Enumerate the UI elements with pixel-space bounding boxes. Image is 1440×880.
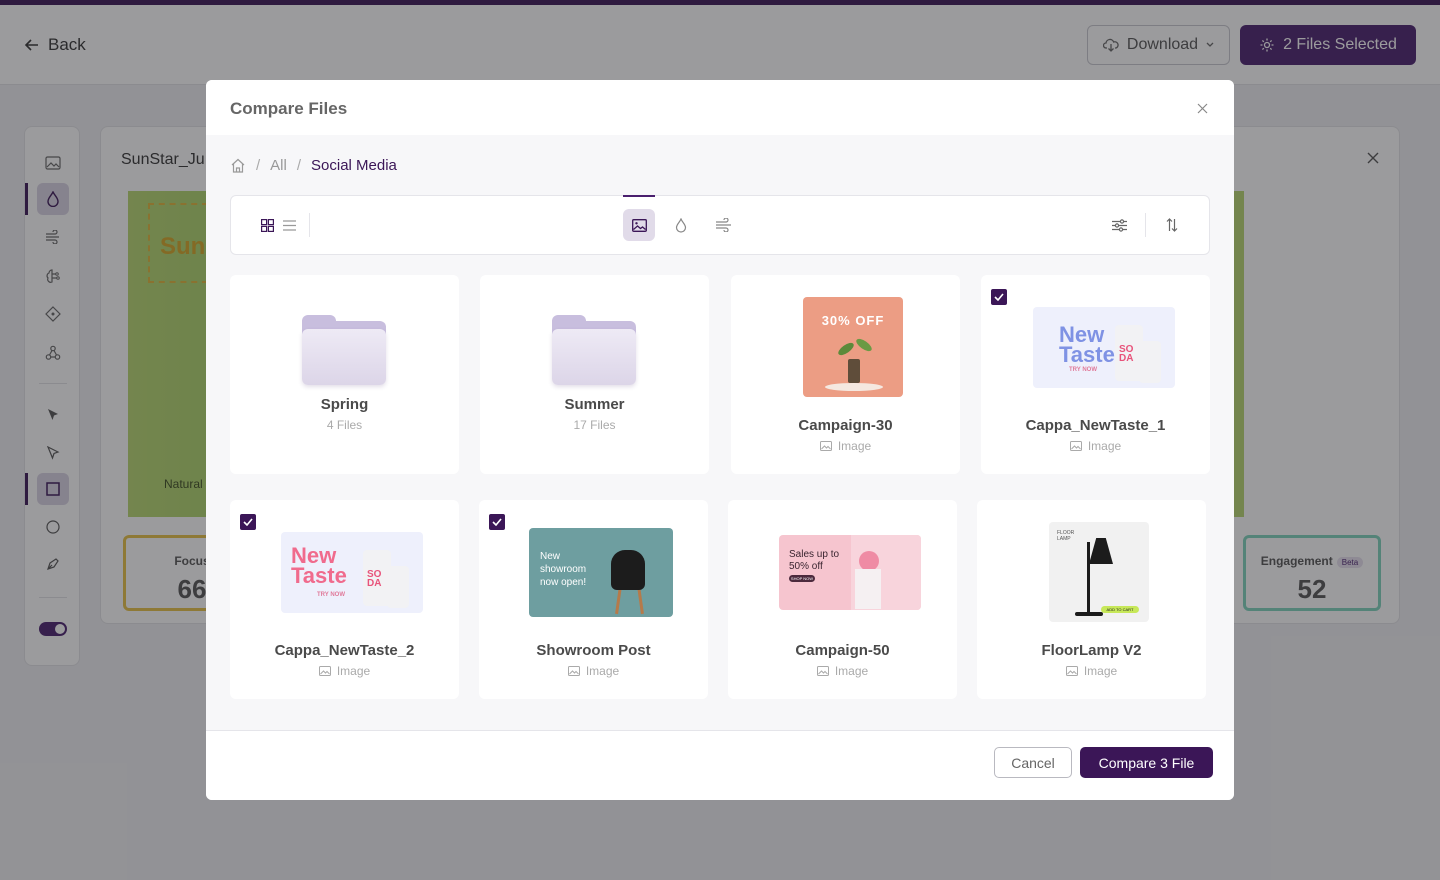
file-name: Cappa_NewTaste_2 — [274, 642, 415, 659]
file-name: Campaign-30 — [798, 417, 893, 434]
selected-checkbox[interactable] — [489, 514, 505, 530]
file-type-label: Image — [585, 664, 620, 678]
file-name: Cappa_NewTaste_1 — [1025, 417, 1166, 434]
toolbar-divider — [309, 213, 310, 237]
thumbnail-cta: ADD TO CART — [1101, 606, 1139, 613]
cancel-button[interactable]: Cancel — [994, 747, 1072, 778]
wind-filter-icon — [715, 218, 731, 232]
file-thumbnail: FLOOR LAMP ADD TO CART — [1049, 522, 1149, 622]
selected-checkbox[interactable] — [991, 289, 1007, 305]
file-thumbnail: 30% OFF — [803, 297, 903, 397]
drop-filter-icon — [675, 217, 687, 233]
grid-view-icon — [260, 218, 274, 232]
image-icon — [816, 666, 829, 676]
file-card-cappa-newtaste-2[interactable]: New Taste TRY NOW SO DA Cappa_NewTaste_2… — [230, 500, 459, 699]
home-icon[interactable] — [230, 158, 246, 173]
file-type: Image — [479, 664, 708, 678]
breadcrumb: / All / Social Media — [230, 155, 397, 175]
file-name: Showroom Post — [536, 642, 651, 659]
file-card-campaign-30[interactable]: 30% OFF Campaign-30 Image — [731, 275, 960, 474]
files-toolbar — [230, 195, 1210, 255]
file-name: Campaign-50 — [795, 642, 890, 659]
thumbnail-subtext: TRY NOW — [317, 592, 345, 598]
checkmark-icon — [492, 518, 502, 526]
file-type: Image — [728, 664, 957, 678]
checkmark-icon — [994, 293, 1004, 301]
folder-icon — [302, 315, 386, 385]
file-card-campaign-50[interactable]: Sales up to 50% off SHOP NOW Campaign-50… — [728, 500, 957, 699]
wind-filter-button[interactable] — [707, 209, 739, 241]
folder-card-spring[interactable]: Spring 4 Files — [230, 275, 459, 474]
modal-footer: Cancel Compare 3 File — [206, 730, 1234, 800]
modal-title: Compare Files — [230, 99, 348, 118]
toolbar-divider — [1145, 213, 1146, 237]
file-name: FloorLamp V2 — [1041, 642, 1142, 659]
file-card-floorlamp-v2[interactable]: FLOOR LAMP ADD TO CART FloorLamp V2 Imag… — [977, 500, 1206, 699]
checkmark-icon — [243, 518, 253, 526]
thumbnail-brand: SO DA — [367, 569, 382, 589]
image-icon — [318, 666, 331, 676]
image-icon — [819, 441, 832, 451]
active-filter-indicator — [623, 195, 655, 197]
thumbnail-text: New showroom now open! — [540, 551, 587, 588]
modal-header: Compare Files — [206, 80, 1234, 135]
folder-card-summer[interactable]: Summer 17 Files — [480, 275, 709, 474]
image-filter-button[interactable] — [623, 209, 655, 241]
file-thumbnail: New showroom now open! — [529, 528, 673, 617]
breadcrumb-social-media[interactable]: Social Media — [311, 157, 397, 174]
grid-view-button[interactable] — [257, 215, 277, 235]
list-view-button[interactable] — [279, 215, 299, 235]
folder-name: Spring — [320, 396, 369, 413]
file-type: Image — [731, 439, 960, 453]
file-type-label: Image — [1083, 664, 1118, 678]
folder-file-count: 4 Files — [326, 418, 363, 432]
selected-checkbox[interactable] — [240, 514, 256, 530]
breadcrumb-separator: / — [256, 156, 261, 174]
modal-close-button[interactable] — [1193, 99, 1211, 117]
breadcrumb-separator: / — [296, 156, 302, 174]
thumbnail-text: 30% OFF — [821, 313, 885, 328]
drop-filter-button[interactable] — [665, 209, 697, 241]
sort-icon — [1166, 218, 1178, 232]
file-thumbnail: New Taste TRY NOW SO DA — [281, 532, 423, 613]
settings-button[interactable] — [1103, 209, 1135, 241]
file-type: Image — [981, 439, 1210, 453]
folder-icon — [552, 315, 636, 385]
image-icon — [1065, 666, 1078, 676]
image-filter-icon — [631, 218, 647, 232]
file-type-label: Image — [336, 664, 371, 678]
compare-files-modal: Compare Files / All / Social Media Sprin… — [206, 80, 1234, 800]
sort-button[interactable] — [1156, 209, 1188, 241]
thumbnail-text: New Taste — [291, 543, 347, 588]
file-type-label: Image — [834, 664, 869, 678]
file-type: Image — [977, 664, 1206, 678]
image-icon — [1069, 441, 1082, 451]
breadcrumb-all[interactable]: All — [270, 157, 287, 174]
thumbnail-subtext: TRY NOW — [1069, 367, 1097, 373]
file-thumbnail: Sales up to 50% off SHOP NOW — [779, 535, 921, 610]
file-type: Image — [230, 664, 459, 678]
thumbnail-text: Sales up to 50% off — [789, 549, 840, 572]
list-view-icon — [282, 219, 296, 231]
file-type-label: Image — [1087, 439, 1122, 453]
file-thumbnail: New Taste TRY NOW SO DA — [1033, 307, 1175, 388]
thumbnail-text: FLOOR LAMP — [1057, 530, 1075, 542]
compare-files-button[interactable]: Compare 3 File — [1080, 747, 1213, 778]
settings-sliders-icon — [1111, 218, 1127, 232]
close-icon — [1197, 103, 1207, 113]
thumbnail-brand: SO DA — [1119, 344, 1134, 364]
file-type-label: Image — [837, 439, 872, 453]
folder-name: Summer — [564, 396, 625, 413]
thumbnail-cta: SHOP NOW — [789, 575, 815, 582]
folder-file-count: 17 Files — [573, 418, 616, 432]
file-card-cappa-newtaste-1[interactable]: New Taste TRY NOW SO DA Cappa_NewTaste_1… — [981, 275, 1210, 474]
image-icon — [567, 666, 580, 676]
file-card-showroom-post[interactable]: New showroom now open! Showroom Post Ima… — [479, 500, 708, 699]
